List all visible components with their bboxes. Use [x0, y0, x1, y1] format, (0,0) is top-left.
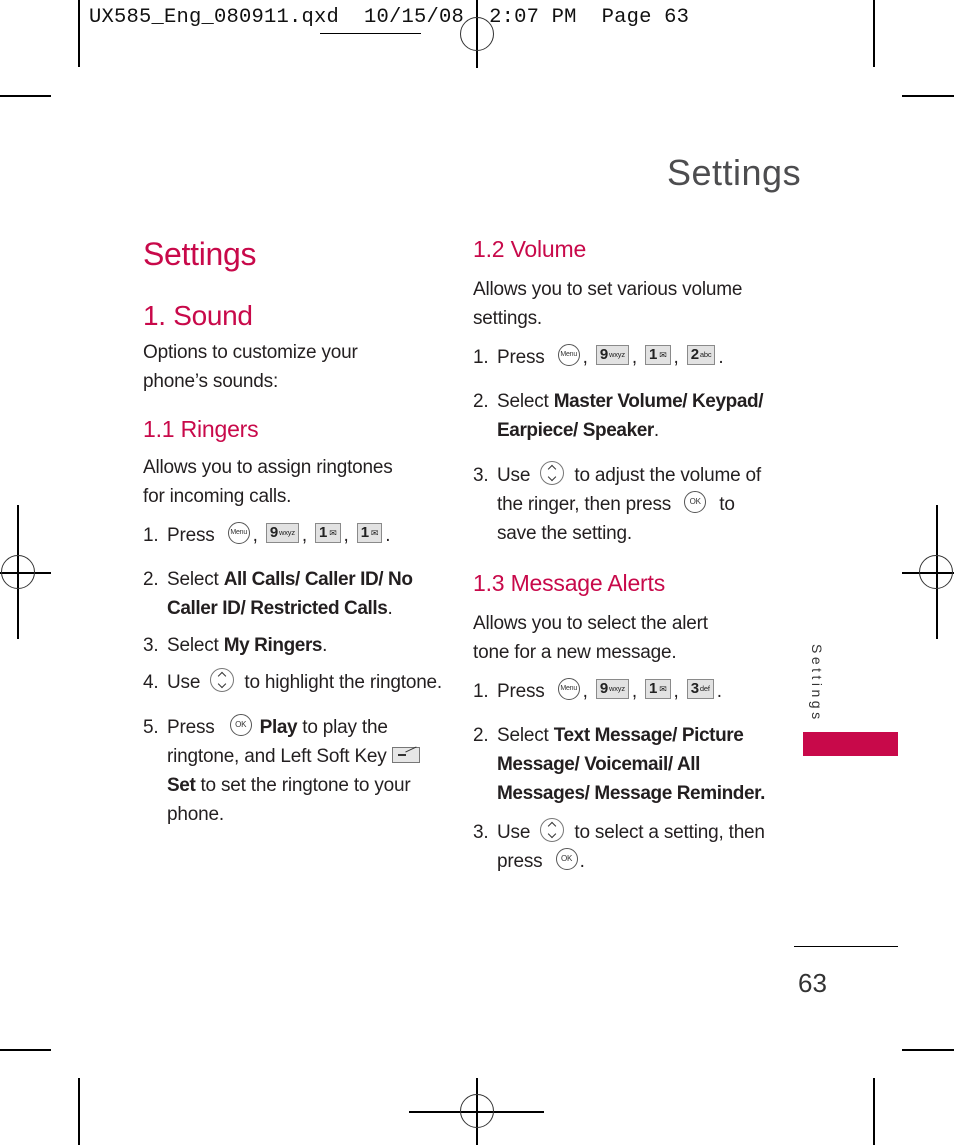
navigation-key-icon [540, 817, 565, 842]
crop-mark [873, 0, 875, 67]
key-9-icon: 9wxyz [595, 678, 629, 699]
volume-step-1: 1. Press Menu, 9wxyz, 1 ✉, 2abc. [473, 343, 724, 368]
ringers-description: Allows you to assign ringtones for incom… [143, 457, 393, 507]
section-intro: Options to customize your phone’s sounds… [143, 342, 358, 392]
crop-mark [78, 0, 80, 67]
crop-mark [873, 1078, 875, 1145]
key-3-icon: 3def [686, 678, 714, 699]
message-alerts-description: Allows you to select the alert tone for … [473, 613, 708, 663]
ringers-step-5: 5. Press OK Play to play the ringtone, an… [143, 713, 443, 829]
ok-key-icon: OK [229, 713, 252, 736]
print-slug: UX585_Eng_080911.qxd 10/15/08 2:07 PM Pa… [89, 6, 690, 29]
key-1-voicemail-icon: 1 ✉ [356, 522, 383, 543]
alerts-step-1: 1. Press Menu, 9wxyz, 1 ✉, 3def. [473, 677, 722, 702]
ringers-heading: 1.1 Ringers [143, 416, 259, 442]
left-column: Settings 1. Sound Options to customize y… [143, 232, 443, 829]
registration-circle [460, 17, 494, 51]
message-alerts-heading: 1.3 Message Alerts [473, 570, 666, 596]
right-column: 1.2 Volume Allows you to set various vol… [473, 232, 773, 876]
crop-mark [0, 1049, 51, 1051]
volume-description: Allows you to set various volume setting… [473, 279, 743, 329]
key-9-icon: 9wxyz [595, 344, 629, 365]
navigation-key-icon [540, 460, 565, 485]
key-2-icon: 2abc [686, 344, 716, 365]
side-tab-marker [803, 732, 898, 756]
key-9-icon: 9wxyz [265, 522, 299, 543]
menu-key-icon: Menu [557, 677, 580, 700]
ringers-step-3: 3. Select My Ringers. [143, 635, 328, 656]
menu-key-icon: Menu [557, 343, 580, 366]
registration-mark [320, 33, 421, 35]
ringers-step-4: 4. Use to highlight the ringtone. [143, 667, 443, 697]
left-soft-key-icon [391, 746, 420, 763]
side-tab-label: Settings [809, 644, 825, 723]
volume-step-3: 3. Use to adjust the volume of the ringe… [473, 460, 773, 548]
volume-step-2: 2. Select Master Volume/ Keypad/ Earpiec… [473, 391, 764, 441]
volume-heading: 1.2 Volume [473, 236, 587, 262]
key-1-voicemail-icon: 1 ✉ [315, 522, 341, 543]
crop-mark [78, 1078, 80, 1145]
alerts-step-2: 2. Select Text Message/ Picture Message/… [473, 725, 766, 804]
key-1-voicemail-icon: 1 ✉ [645, 344, 671, 365]
volume-steps: 1. Press Menu, 9wxyz, 1 ✉, 2abc. 2. Selec… [473, 343, 773, 548]
page-number: 63 [798, 968, 827, 998]
message-alerts-steps: 1. Press Menu, 9wxyz, 1 ✉, 3def. 2. Selec… [473, 677, 773, 876]
registration-circle [1, 555, 35, 589]
registration-circle [460, 1094, 494, 1128]
menu-key-icon: Menu [227, 521, 250, 544]
page-heading: Settings [143, 236, 257, 272]
ringers-step-1: 1. Press Menu, 9wxyz, 1 ✉, 1 ✉. [143, 521, 391, 546]
registration-circle [919, 555, 953, 589]
key-1-voicemail-icon: 1 ✉ [645, 678, 671, 699]
crop-mark [902, 95, 954, 97]
crop-mark [0, 95, 51, 97]
navigation-key-icon [210, 667, 235, 692]
ringers-steps: 1. Press Menu, 9wxyz, 1 ✉, 1 ✉. 2. Select … [143, 521, 443, 829]
ringers-step-2: 2. Select All Calls/ Caller ID/ No Calle… [143, 569, 413, 619]
crop-mark [902, 1049, 954, 1051]
alerts-step-3: 3. Use to select a setting, then press O… [473, 817, 773, 876]
ok-key-icon: OK [555, 847, 578, 870]
footer-rule [794, 946, 898, 948]
section-heading: 1. Sound [143, 300, 253, 331]
ok-key-icon: OK [684, 490, 707, 513]
running-title: Settings [667, 152, 802, 193]
